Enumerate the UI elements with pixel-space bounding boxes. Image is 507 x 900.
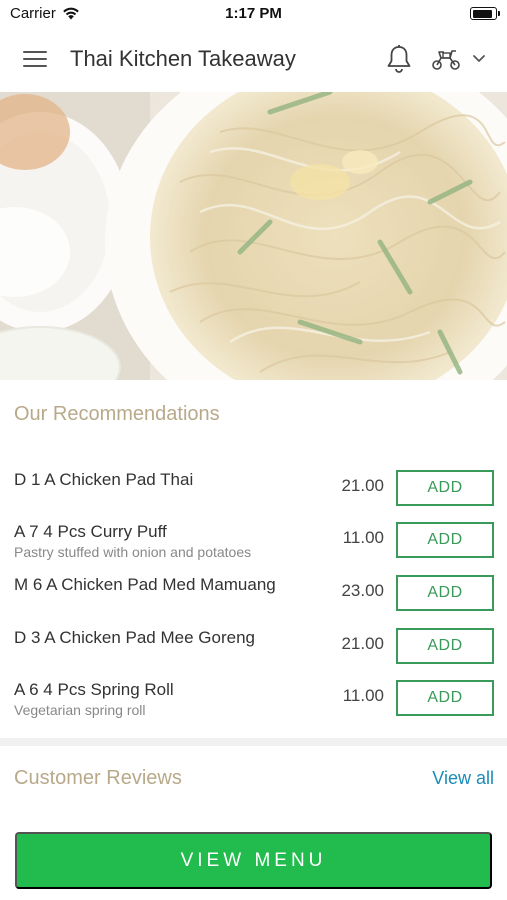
recommendations-title: Our Recommendations	[14, 403, 220, 425]
dish-description: Pastry stuffed with onion and potatoes	[14, 544, 252, 560]
dish-price: 21.00	[341, 476, 384, 495]
page-title: Thai Kitchen Takeaway	[70, 46, 296, 71]
chevron-down-icon[interactable]	[472, 53, 486, 65]
add-button[interactable]: ADD	[396, 575, 494, 611]
dish-price: 11.00	[342, 528, 384, 547]
view-all-link[interactable]: View all	[432, 768, 494, 789]
add-button[interactable]: ADD	[396, 470, 494, 506]
list-item: D 3 A Chicken Pad Mee Goreng 21.00 ADD	[0, 628, 507, 680]
add-button[interactable]: ADD	[396, 522, 494, 558]
battery-icon	[470, 7, 500, 20]
menu-icon[interactable]	[23, 50, 47, 68]
add-button[interactable]: ADD	[396, 680, 494, 716]
dish-name: M 6 A Chicken Pad Med Mamuang	[14, 575, 276, 594]
dish-price: 11.00	[342, 686, 384, 705]
status-bar: Carrier 1:17 PM	[0, 0, 507, 28]
list-item: M 6 A Chicken Pad Med Mamuang 23.00 ADD	[0, 575, 507, 627]
dish-description: Vegetarian spring roll	[14, 702, 146, 718]
list-item: A 7 4 Pcs Curry Puff Pastry stuffed with…	[0, 522, 507, 574]
dish-name: D 1 A Chicken Pad Thai	[14, 470, 194, 489]
status-time: 1:17 PM	[225, 5, 282, 22]
dish-price: 21.00	[341, 634, 384, 653]
add-button[interactable]: ADD	[396, 628, 494, 664]
dish-name: A 7 4 Pcs Curry Puff	[14, 522, 167, 541]
app-header: Thai Kitchen Takeaway	[0, 28, 507, 92]
dish-name: A 6 4 Pcs Spring Roll	[14, 680, 174, 699]
list-item: A 6 4 Pcs Spring Roll Vegetarian spring …	[0, 680, 507, 732]
view-menu-button[interactable]: VIEW MENU	[15, 832, 492, 889]
dish-name: D 3 A Chicken Pad Mee Goreng	[14, 628, 255, 647]
scooter-icon[interactable]	[430, 46, 462, 72]
list-item: D 1 A Chicken Pad Thai 21.00 ADD	[0, 470, 507, 522]
bell-icon[interactable]	[385, 44, 413, 74]
reviews-title: Customer Reviews	[14, 767, 182, 789]
section-divider	[0, 738, 507, 746]
dish-price: 23.00	[341, 581, 384, 600]
hero-food-image	[0, 92, 507, 380]
